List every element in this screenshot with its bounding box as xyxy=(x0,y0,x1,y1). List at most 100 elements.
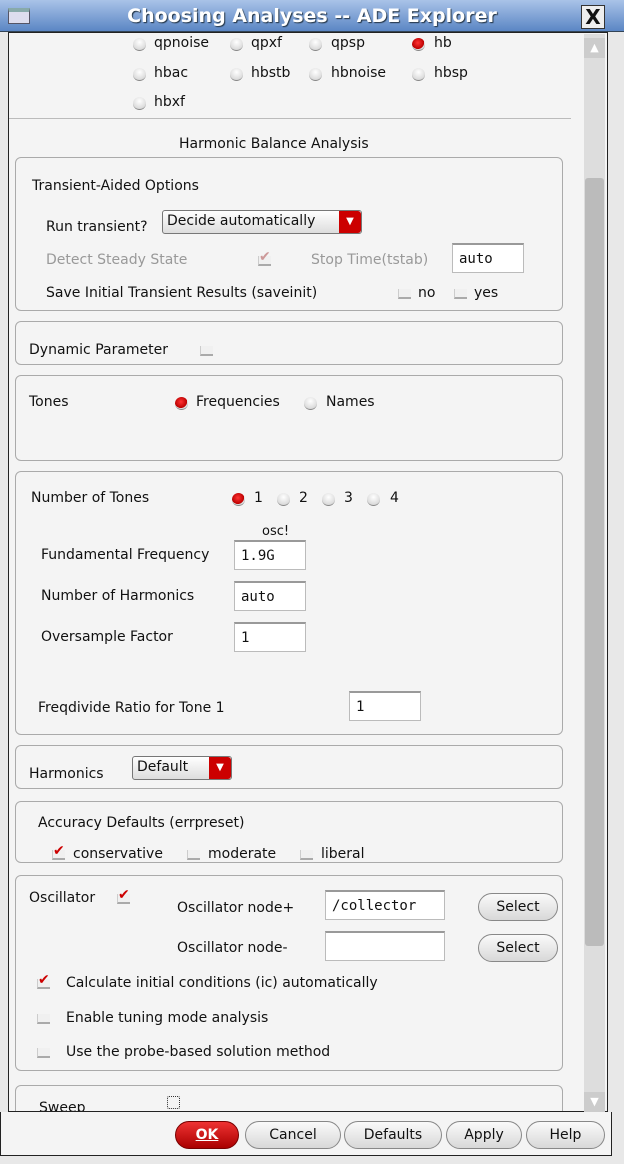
oscillator-label: Oscillator xyxy=(29,890,96,906)
ok-button[interactable]: OK xyxy=(175,1121,239,1149)
moderate-checkbox[interactable] xyxy=(187,850,200,860)
radio-frequencies[interactable] xyxy=(175,397,188,410)
radio-hbstb[interactable] xyxy=(230,68,243,81)
sweep-group: Sweep xyxy=(15,1085,563,1112)
radio-label: hbac xyxy=(154,65,189,81)
stop-time-input[interactable]: auto xyxy=(452,243,524,273)
dropdown-value: Default xyxy=(137,759,189,775)
radio-label: qpxf xyxy=(251,35,282,51)
radio-hb[interactable] xyxy=(412,38,425,51)
chevron-down-icon: ▼ xyxy=(209,757,231,779)
radio-tones-1[interactable] xyxy=(232,493,245,506)
select-node-minus-button[interactable]: Select xyxy=(478,934,558,962)
checkbox-label: conservative xyxy=(73,846,163,862)
run-transient-dropdown[interactable]: Decide automatically ▼ xyxy=(162,210,362,234)
freqdivide-label: Freqdivide Ratio for Tone 1 xyxy=(38,700,225,716)
checkbox-label: liberal xyxy=(321,846,365,862)
radio-label: 1 xyxy=(254,490,263,506)
radio-tones-4[interactable] xyxy=(367,493,380,506)
run-transient-label: Run transient? xyxy=(46,219,148,235)
help-button[interactable]: Help xyxy=(526,1121,605,1149)
divider xyxy=(9,118,571,119)
harmonics-dropdown[interactable]: Default ▼ xyxy=(132,756,232,780)
dropdown-value: Decide automatically xyxy=(167,213,316,229)
fundamental-frequency-label: Fundamental Frequency xyxy=(41,547,210,563)
close-button[interactable]: X xyxy=(581,5,605,29)
stop-time-label: Stop Time(tstab) xyxy=(311,252,429,268)
detect-steady-state-label: Detect Steady State xyxy=(46,252,188,268)
radio-tones-2[interactable] xyxy=(277,493,290,506)
checkbox-label: moderate xyxy=(208,846,277,862)
chevron-down-icon: ▼ xyxy=(339,211,361,233)
sweep-label: Sweep xyxy=(39,1100,86,1112)
probe-checkbox[interactable] xyxy=(37,1048,50,1058)
oversample-factor-label: Oversample Factor xyxy=(41,629,173,645)
number-of-harmonics-input[interactable]: auto xyxy=(234,581,306,611)
window-title: Choosing Analyses -- ADE Explorer xyxy=(127,5,497,27)
checkbox-label: Use the probe-based solution method xyxy=(66,1044,331,1060)
checkbox-label: no xyxy=(418,285,436,301)
oscillator-group: Oscillator Oscillator node+ /collector S… xyxy=(15,875,563,1071)
radio-label: hb xyxy=(434,35,452,51)
ic-checkbox[interactable] xyxy=(37,972,50,989)
radio-tones-3[interactable] xyxy=(322,493,335,506)
radio-label: qpsp xyxy=(331,35,365,51)
radio-label: hbxf xyxy=(154,94,185,110)
accuracy-label: Accuracy Defaults (errpreset) xyxy=(38,815,245,831)
radio-hbsp[interactable] xyxy=(412,68,425,81)
radio-qpxf[interactable] xyxy=(230,38,243,51)
dynamic-parameter-checkbox[interactable] xyxy=(200,346,213,356)
conservative-checkbox[interactable] xyxy=(52,843,65,860)
saveinit-label: Save Initial Transient Results (saveinit… xyxy=(46,285,318,301)
radio-qpnoise[interactable] xyxy=(133,38,146,51)
button-bar: OK Cancel Defaults Apply Help xyxy=(0,1112,612,1156)
saveinit-yes-checkbox[interactable] xyxy=(454,289,467,299)
tuning-checkbox[interactable] xyxy=(37,1014,50,1024)
radio-label: qpnoise xyxy=(154,35,210,51)
radio-hbnoise[interactable] xyxy=(309,68,322,81)
radio-label: 4 xyxy=(390,490,399,506)
node-plus-input[interactable]: /collector xyxy=(325,890,445,920)
radio-label: 3 xyxy=(344,490,353,506)
tones-config-group: Number of Tones 1 2 3 4 osc! Fundamental… xyxy=(15,471,563,735)
title-bar: Choosing Analyses -- ADE Explorer X xyxy=(0,0,624,32)
node-minus-input[interactable] xyxy=(325,931,445,961)
accuracy-group: Accuracy Defaults (errpreset) conservati… xyxy=(15,801,563,863)
radio-label: 2 xyxy=(299,490,308,506)
node-minus-label: Oscillator node- xyxy=(177,940,288,956)
oscillator-checkbox[interactable] xyxy=(117,887,130,904)
checkbox-label: yes xyxy=(474,285,499,301)
harmonics-group: Harmonics Default ▼ xyxy=(15,745,563,789)
group-title: Transient-Aided Options xyxy=(32,178,199,194)
liberal-checkbox[interactable] xyxy=(300,850,313,860)
fundamental-frequency-input[interactable]: 1.9G xyxy=(234,540,306,570)
section-title: Harmonic Balance Analysis xyxy=(179,136,369,152)
sweep-checkbox[interactable] xyxy=(167,1096,180,1109)
cancel-button[interactable]: Cancel xyxy=(245,1121,341,1149)
apply-button[interactable]: Apply xyxy=(446,1121,522,1149)
checkbox-label: Enable tuning mode analysis xyxy=(66,1010,269,1026)
scroll-up-icon[interactable]: ▲ xyxy=(584,38,605,58)
radio-hbxf[interactable] xyxy=(133,97,146,110)
number-of-tones-label: Number of Tones xyxy=(31,490,150,506)
number-of-harmonics-label: Number of Harmonics xyxy=(41,588,195,604)
radio-names[interactable] xyxy=(304,397,317,410)
node-plus-label: Oscillator node+ xyxy=(177,900,295,916)
harmonics-label: Harmonics xyxy=(29,766,104,782)
dynamic-group: Dynamic Parameter xyxy=(15,321,563,365)
scrollbar-thumb[interactable] xyxy=(585,178,604,946)
select-node-plus-button[interactable]: Select xyxy=(478,893,558,921)
saveinit-no-checkbox[interactable] xyxy=(398,289,411,299)
scroll-down-icon[interactable]: ▼ xyxy=(584,1092,605,1112)
tones-label: Tones xyxy=(29,394,69,410)
defaults-button[interactable]: Defaults xyxy=(344,1121,442,1149)
oversample-factor-input[interactable]: 1 xyxy=(234,622,306,652)
radio-label: hbstb xyxy=(251,65,291,81)
form-content: qpnoise qpxf qpsp hb hbac hbstb hbnoise … xyxy=(8,32,608,1112)
tones-group: Tones Frequencies Names xyxy=(15,375,563,461)
detect-steady-state-checkbox[interactable] xyxy=(258,249,271,266)
radio-label: hbsp xyxy=(434,65,468,81)
freqdivide-input[interactable]: 1 xyxy=(349,691,421,721)
radio-qpsp[interactable] xyxy=(309,38,322,51)
radio-hbac[interactable] xyxy=(133,68,146,81)
